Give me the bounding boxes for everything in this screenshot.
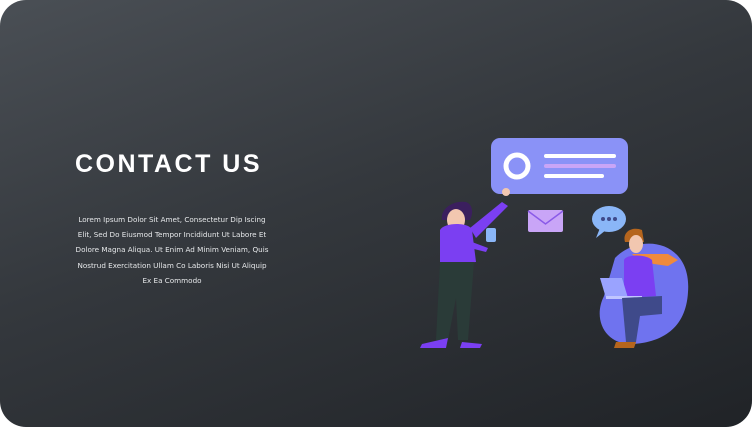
page-title: CONTACT US <box>75 150 263 178</box>
sitting-person-figure <box>599 228 689 348</box>
contact-illustration <box>420 138 689 348</box>
contact-card: CONTACT US Lorem Ipsum Dolor Sit Amet, C… <box>0 0 752 427</box>
speech-bubble-icon <box>592 206 626 238</box>
standing-person-figure <box>420 188 510 348</box>
envelope-icon <box>527 210 564 232</box>
phone-icon <box>486 228 496 242</box>
description-text: Lorem Ipsum Dolor Sit Amet, Consectetur … <box>75 215 269 285</box>
chat-card-icon <box>491 138 628 194</box>
